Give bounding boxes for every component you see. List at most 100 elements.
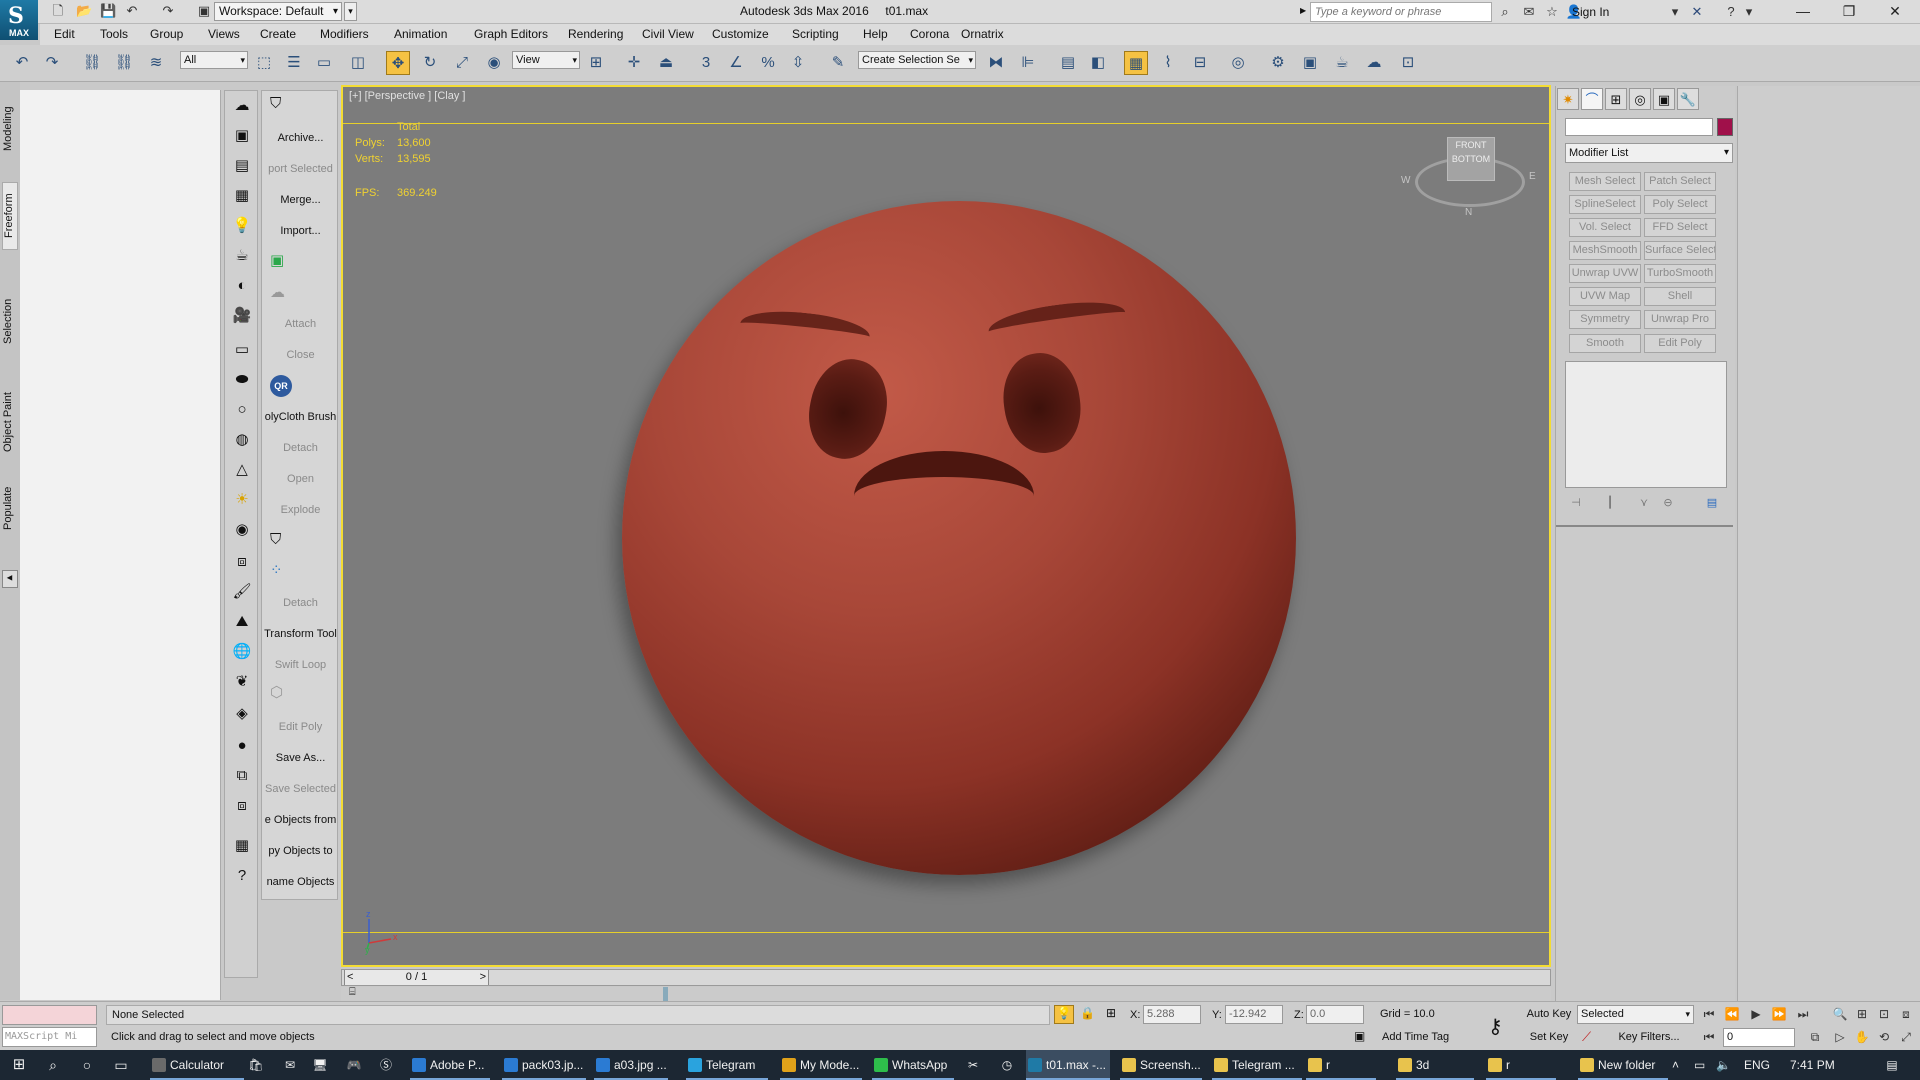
perspective-viewport[interactable]: [+] [Perspective ] [Clay ] Total Polys: … [341, 85, 1551, 967]
mod-surface-select[interactable]: Surface Select [1644, 241, 1716, 260]
cmd-detach-2[interactable]: Detach [262, 597, 337, 609]
taskbar-telegram[interactable]: Telegram [686, 1050, 768, 1080]
undo-icon[interactable]: ↶ [124, 3, 140, 19]
cmd-save-selected[interactable]: Save Selected [262, 783, 337, 795]
camera-icon[interactable]: 🎥 [231, 305, 253, 327]
taskbar-3dsmax[interactable]: t01.max -... [1026, 1050, 1110, 1080]
taskbar-folder-r2[interactable]: r [1486, 1050, 1556, 1080]
cmd-swift-loop[interactable]: Swift Loop [262, 659, 337, 671]
select-by-name-icon[interactable]: ☰ [282, 51, 306, 75]
mod-edit-poly[interactable]: Edit Poly [1644, 334, 1716, 353]
menu-animation[interactable]: Animation [394, 27, 447, 41]
cmd-close[interactable]: Close [262, 349, 337, 361]
motion-tab-icon[interactable]: ◎ [1629, 88, 1651, 110]
percent-snap-icon[interactable]: % [756, 51, 780, 75]
taskbar-pack03[interactable]: pack03.jp... [502, 1050, 586, 1080]
select-and-rotate-icon[interactable]: ↻ [418, 51, 442, 75]
search-icon[interactable]: ⌕ [40, 1050, 66, 1080]
render-production-icon[interactable]: ☕ [1330, 51, 1354, 75]
maximize-viewport-icon[interactable]: ⤢ [1896, 1028, 1916, 1047]
tab-freeform[interactable]: Freeform [2, 182, 18, 250]
selection-lock-icon[interactable]: 🔒 [1080, 1006, 1095, 1020]
mod-mesh-select[interactable]: Mesh Select [1569, 172, 1641, 191]
taskbar-whatsapp[interactable]: WhatsApp [872, 1050, 954, 1080]
go-to-start-icon[interactable]: ⏮ [1699, 1005, 1719, 1024]
cone-icon[interactable]: △ [231, 459, 253, 481]
paint-brush-icon[interactable]: 🖌 [231, 581, 253, 603]
edit-named-selection-icon[interactable]: ✎ [826, 51, 850, 75]
isolate-selection-icon[interactable]: 💡 [1054, 1005, 1074, 1024]
game-icon[interactable]: 🎮 [344, 1050, 364, 1080]
rectangular-selection-icon[interactable]: ▭ [312, 51, 336, 75]
cmd-import[interactable]: Import... [262, 225, 337, 237]
favorites-star-icon[interactable]: ☆ [1543, 3, 1561, 21]
layer-explorer-icon[interactable]: ◧ [1086, 51, 1110, 75]
green-box-icon[interactable]: ▣ [262, 251, 337, 269]
torus-icon[interactable]: ◍ [231, 429, 253, 451]
brush-icon[interactable]: ◈ [231, 703, 253, 725]
angry-face-sphere-object[interactable] [622, 201, 1296, 875]
angle-snap-icon[interactable]: ∠ [724, 51, 748, 75]
cmd-save-as[interactable]: Save As... [262, 752, 337, 764]
grass-icon[interactable]: ❦ [231, 671, 253, 693]
time-prev-button[interactable]: < [347, 970, 353, 985]
utilities-tab-icon[interactable]: 🔧 [1677, 88, 1699, 110]
menu-tools[interactable]: Tools [100, 27, 128, 41]
x-coordinate-field[interactable]: 5.288 [1143, 1005, 1201, 1024]
render-setup-icon[interactable]: ⚙ [1266, 51, 1290, 75]
modify-panel-icon[interactable]: ▣ [231, 125, 253, 147]
current-frame-field[interactable]: 0 [1723, 1028, 1795, 1047]
menu-ornatrix[interactable]: Ornatrix [961, 27, 1004, 41]
window-crossing-icon[interactable]: ◫ [346, 51, 370, 75]
new-file-icon[interactable]: 🗋 [50, 3, 66, 19]
unlink-icon[interactable]: ⛓ [112, 51, 136, 75]
mirror-icon[interactable]: ⧓ [984, 51, 1008, 75]
clock-app-icon[interactable]: ◷ [996, 1050, 1018, 1080]
box-icon[interactable]: ▭ [231, 339, 253, 361]
mod-meshsmooth[interactable]: MeshSmooth [1569, 241, 1641, 260]
orbit-icon[interactable]: ⟲ [1874, 1028, 1894, 1047]
task-view-icon[interactable]: ▭ [108, 1050, 134, 1080]
modifier-stack[interactable] [1565, 361, 1727, 488]
menu-create[interactable]: Create [260, 27, 296, 41]
select-and-scale-icon[interactable]: ⤢ [450, 51, 474, 75]
remove-modifier-icon[interactable]: ⊖ [1657, 496, 1679, 514]
tab-modeling[interactable]: Modeling [2, 98, 18, 160]
windows-start-icon[interactable]: ⊞ [6, 1050, 32, 1080]
next-frame-icon[interactable]: ⏩ [1769, 1005, 1789, 1024]
zoom-extents-all-icon[interactable]: ⧈ [1896, 1005, 1916, 1024]
cmd-transform-tool[interactable]: Transform Tool [262, 628, 337, 640]
mod-turbosmooth[interactable]: TurboSmooth [1644, 264, 1716, 283]
named-selection-dropdown[interactable]: Create Selection Se [858, 51, 976, 69]
select-and-move-icon[interactable]: ✥ [386, 51, 410, 75]
teapot-icon[interactable]: ☕ [231, 245, 253, 267]
key-filters-icon[interactable]: ⟋ [1582, 1029, 1591, 1045]
restore-button[interactable]: ❐ [1826, 0, 1872, 24]
cmd-archive[interactable]: Archive... [262, 132, 337, 144]
app-logo-button[interactable]: S MAX [0, 0, 38, 40]
zoom-icon[interactable]: 🔍 [1830, 1005, 1850, 1024]
network-icon[interactable]: ▭ [1694, 1050, 1712, 1080]
render-iterative-icon[interactable]: ☁ [1362, 51, 1386, 75]
zoom-extents-icon[interactable]: ⊡ [1874, 1005, 1894, 1024]
binoculars-icon[interactable]: ⌕ [1496, 3, 1514, 21]
communication-center-icon[interactable]: ✉ [1520, 3, 1538, 21]
field-of-view-icon[interactable]: ▷ [1830, 1028, 1850, 1047]
qr-icon[interactable]: QR [262, 375, 337, 397]
mod-unwrap-uvw[interactable]: Unwrap UVW [1569, 264, 1641, 283]
mod-patch-select[interactable]: Patch Select [1644, 172, 1716, 191]
light-bulb-icon[interactable]: 💡 [231, 215, 253, 237]
manipulate-icon[interactable]: ✛ [622, 51, 646, 75]
cmd-detach[interactable]: Detach [262, 442, 337, 454]
mod-ffd-select[interactable]: FFD Select [1644, 218, 1716, 237]
cmd-merge[interactable]: Merge... [262, 194, 337, 206]
viewport-label[interactable]: [+] [Perspective ] [Clay ] [349, 90, 465, 102]
plane-grid-icon[interactable]: ⧈ [231, 551, 253, 573]
menu-edit[interactable]: Edit [54, 27, 75, 41]
cmd-paste-objects-from[interactable]: e Objects from [262, 814, 337, 826]
tray-expand-icon[interactable]: ˄ [1672, 1050, 1686, 1080]
tab-object-paint[interactable]: Object Paint [2, 382, 18, 462]
menu-corona[interactable]: Corona [910, 27, 949, 41]
maxscript-mini-listener[interactable]: MAXScript Mi [2, 1027, 97, 1047]
menu-customize[interactable]: Customize [712, 27, 769, 41]
